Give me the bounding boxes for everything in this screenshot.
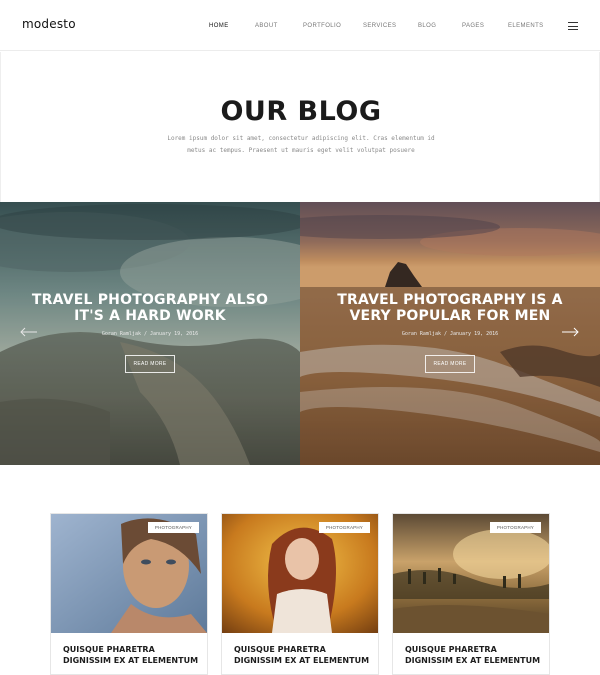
- card-title[interactable]: QUISQUE PHARETRA DIGNISSIM EX AT ELEMENT…: [405, 644, 545, 666]
- slide-title[interactable]: TRAVEL PHOTOGRAPHY IS A VERY POPULAR FOR…: [320, 292, 580, 324]
- main-nav: HOME ABOUT PORTFOLIO SERVICES BLOG PAGES…: [0, 23, 600, 33]
- blog-card[interactable]: PHOTOGRAPHY QUISQUE PHARETRA DIGNISSIM E…: [221, 513, 379, 675]
- arrow-left-icon[interactable]: [20, 327, 38, 337]
- card-title[interactable]: QUISQUE PHARETRA DIGNISSIM EX AT ELEMENT…: [63, 644, 203, 666]
- slide-meta: Goran Ramljak / January 19, 2016: [401, 331, 499, 337]
- nav-item-portfolio[interactable]: PORTFOLIO: [303, 23, 341, 29]
- page-intro-text: Lorem ipsum dolor sit amet, consectetur …: [167, 135, 435, 154]
- hamburger-menu-icon[interactable]: [568, 22, 578, 31]
- card-title[interactable]: QUISQUE PHARETRA DIGNISSIM EX AT ELEMENT…: [234, 644, 374, 666]
- nav-item-elements[interactable]: ELEMENTS: [508, 23, 544, 29]
- category-badge[interactable]: PHOTOGRAPHY: [318, 522, 370, 533]
- blog-card[interactable]: PHOTOGRAPHY QUISQUE PHARETRA DIGNISSIM E…: [50, 513, 208, 675]
- read-more-button[interactable]: READ MORE: [125, 355, 175, 373]
- category-badge[interactable]: PHOTOGRAPHY: [489, 522, 541, 533]
- card-image[interactable]: PHOTOGRAPHY: [51, 514, 207, 633]
- nav-item-pages[interactable]: PAGES: [462, 23, 484, 29]
- nav-item-home[interactable]: HOME: [209, 23, 229, 29]
- nav-item-services[interactable]: SERVICES: [363, 23, 396, 29]
- page-title: OUR BLOG: [220, 96, 382, 127]
- blog-card[interactable]: PHOTOGRAPHY QUISQUE PHARETRA DIGNISSIM E…: [392, 513, 550, 675]
- slide-item[interactable]: TRAVEL PHOTOGRAPHY IS A VERY POPULAR FOR…: [300, 202, 600, 465]
- card-image[interactable]: PHOTOGRAPHY: [222, 514, 378, 633]
- card-image[interactable]: PHOTOGRAPHY: [393, 514, 549, 633]
- category-badge[interactable]: PHOTOGRAPHY: [147, 522, 199, 533]
- featured-slider: TRAVEL PHOTOGRAPHY ALSO IT'S A HARD WORK…: [0, 202, 600, 465]
- arrow-right-icon[interactable]: [561, 327, 579, 337]
- nav-item-about[interactable]: ABOUT: [255, 23, 278, 29]
- nav-item-blog[interactable]: BLOG: [418, 23, 436, 29]
- slide-item[interactable]: TRAVEL PHOTOGRAPHY ALSO IT'S A HARD WORK…: [0, 202, 300, 465]
- read-more-button[interactable]: READ MORE: [425, 355, 475, 373]
- slide-title[interactable]: TRAVEL PHOTOGRAPHY ALSO IT'S A HARD WORK: [20, 292, 280, 324]
- site-header: modesto HOME ABOUT PORTFOLIO SERVICES BL…: [0, 0, 600, 51]
- slide-meta: Goran Ramljak / January 19, 2016: [101, 331, 199, 337]
- blog-hero: OUR BLOG Lorem ipsum dolor sit amet, con…: [0, 52, 600, 202]
